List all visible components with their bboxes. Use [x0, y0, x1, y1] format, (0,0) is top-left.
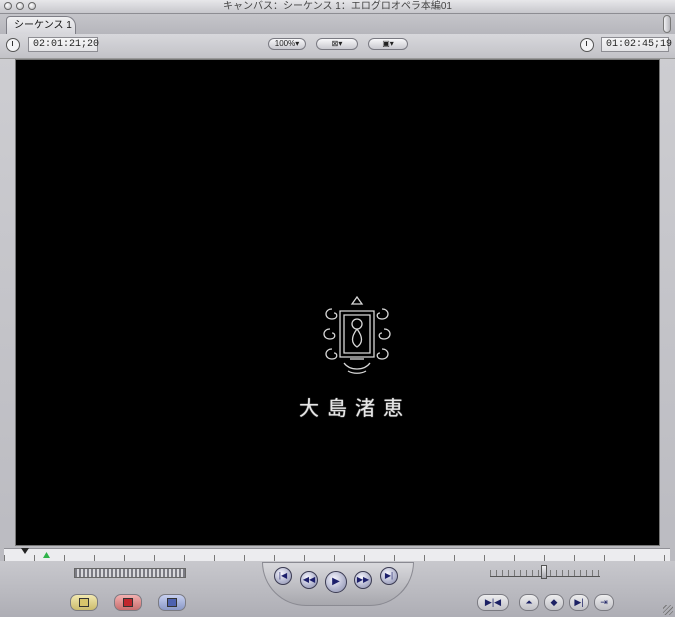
- play-in-out-icon: ◀◀: [302, 575, 316, 584]
- add-marker-button[interactable]: ◆: [544, 594, 564, 611]
- window-titlebar[interactable]: キャンバス：シーケンス 1：エログロオペラ本編01: [0, 0, 675, 14]
- play-around-icon: ▶▶: [356, 575, 370, 584]
- chevron-down-icon: ▾: [389, 39, 394, 48]
- replace-edit-button[interactable]: [158, 594, 186, 611]
- timeline-scrubber[interactable]: [4, 548, 670, 562]
- overlay-icon: ▣: [382, 39, 390, 48]
- chevron-down-icon: ▾: [338, 39, 343, 48]
- chevron-down-icon: ▾: [295, 39, 300, 48]
- play-around-current-button[interactable]: ▶▶: [354, 571, 372, 589]
- mark-out-icon: ▶|: [574, 597, 584, 607]
- add-keyframe-icon: ⇥: [600, 597, 608, 607]
- clock-icon: [580, 38, 594, 52]
- mark-in-button[interactable]: ⏶: [519, 594, 539, 611]
- previous-edit-icon: |◀: [278, 571, 288, 580]
- insert-edit-button[interactable]: [70, 594, 98, 611]
- add-keyframe-button[interactable]: ⇥: [594, 594, 614, 611]
- add-marker-icon: ◆: [550, 597, 558, 607]
- match-frame-icon: ▶|◀: [484, 597, 502, 607]
- mark-out-button[interactable]: ▶|: [569, 594, 589, 611]
- insert-icon: [79, 598, 89, 607]
- video-canvas[interactable]: 大島渚恵: [15, 59, 660, 546]
- window-title: キャンバス：シーケンス 1：エログロオペラ本編01: [223, 1, 452, 12]
- sequence-duration-timecode[interactable]: 02:01:21;20: [28, 37, 99, 52]
- resize-grip-icon[interactable]: [663, 605, 673, 615]
- tab-bar: シーケンス 1: [0, 14, 675, 34]
- window-scroll-handle[interactable]: [663, 15, 671, 33]
- playhead-marker[interactable]: [21, 548, 29, 554]
- play-in-to-out-button[interactable]: ◀◀: [300, 571, 318, 589]
- go-to-next-edit-button[interactable]: ▶|: [380, 567, 398, 585]
- play-icon: ▶: [332, 576, 340, 587]
- shuttle-knob[interactable]: [541, 565, 547, 579]
- ornamental-crest-logo: [323, 295, 391, 374]
- current-timecode[interactable]: 01:02:45;19: [601, 37, 672, 52]
- jog-control[interactable]: [74, 568, 186, 578]
- canvas-window: キャンバス：シーケンス 1：エログロオペラ本編01 シーケンス 1 02:01:…: [0, 0, 675, 617]
- tab-sequence-1[interactable]: シーケンス 1: [6, 16, 76, 34]
- view-popup-button[interactable]: ⊠▾: [316, 38, 358, 50]
- next-edit-icon: ▶|: [384, 571, 394, 580]
- replace-icon: [167, 598, 177, 607]
- overlay-text: 大島渚恵: [299, 396, 411, 420]
- match-frame-button[interactable]: ▶|◀: [477, 594, 509, 611]
- play-button[interactable]: ▶: [325, 571, 347, 593]
- overwrite-edit-button[interactable]: [114, 594, 142, 611]
- overlay-popup-button[interactable]: ▣▾: [368, 38, 408, 50]
- zoom-label: 100%: [274, 39, 296, 48]
- mark-in-icon: ⏶: [525, 597, 533, 607]
- overwrite-icon: [123, 598, 133, 607]
- go-to-previous-edit-button[interactable]: |◀: [274, 567, 292, 585]
- zoom-popup-button[interactable]: 100%▾: [268, 38, 306, 50]
- clock-icon: [6, 38, 20, 52]
- canvas-toolbar: 02:01:21;20 100%▾ ⊠▾ ▣▾ 01:02:45;19: [0, 34, 675, 59]
